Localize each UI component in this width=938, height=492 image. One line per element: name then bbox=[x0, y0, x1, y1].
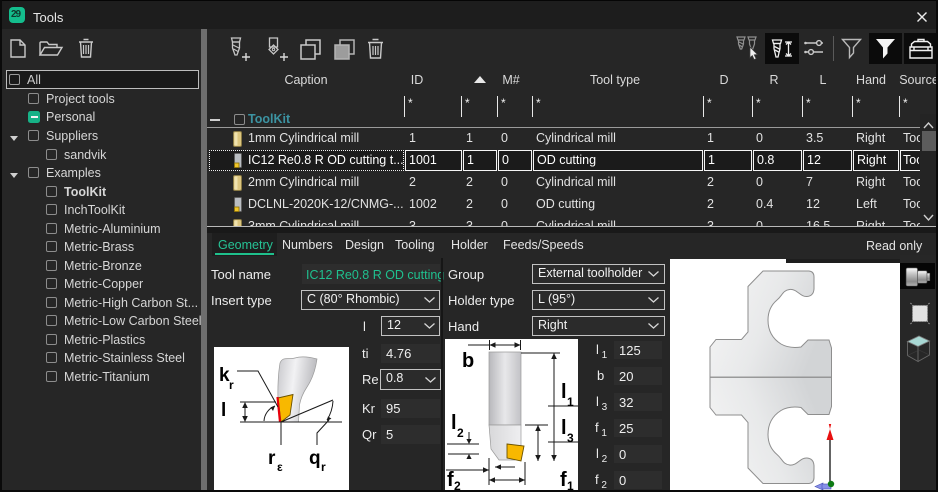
svg-text:1: 1 bbox=[567, 395, 574, 409]
svg-text:r: r bbox=[229, 378, 234, 392]
svg-text:l: l bbox=[561, 381, 567, 403]
svg-text:ε: ε bbox=[277, 460, 283, 474]
svg-text:2: 2 bbox=[457, 426, 464, 440]
svg-text:f: f bbox=[560, 469, 567, 491]
svg-text:f: f bbox=[447, 469, 454, 491]
svg-text:r: r bbox=[268, 448, 276, 469]
svg-text:q: q bbox=[309, 448, 321, 469]
svg-text:l: l bbox=[221, 400, 226, 421]
svg-text:l: l bbox=[451, 412, 457, 434]
svg-text:r: r bbox=[321, 460, 326, 474]
svg-text:3: 3 bbox=[567, 431, 574, 445]
svg-text:b: b bbox=[462, 350, 474, 372]
svg-text:l: l bbox=[561, 417, 567, 439]
